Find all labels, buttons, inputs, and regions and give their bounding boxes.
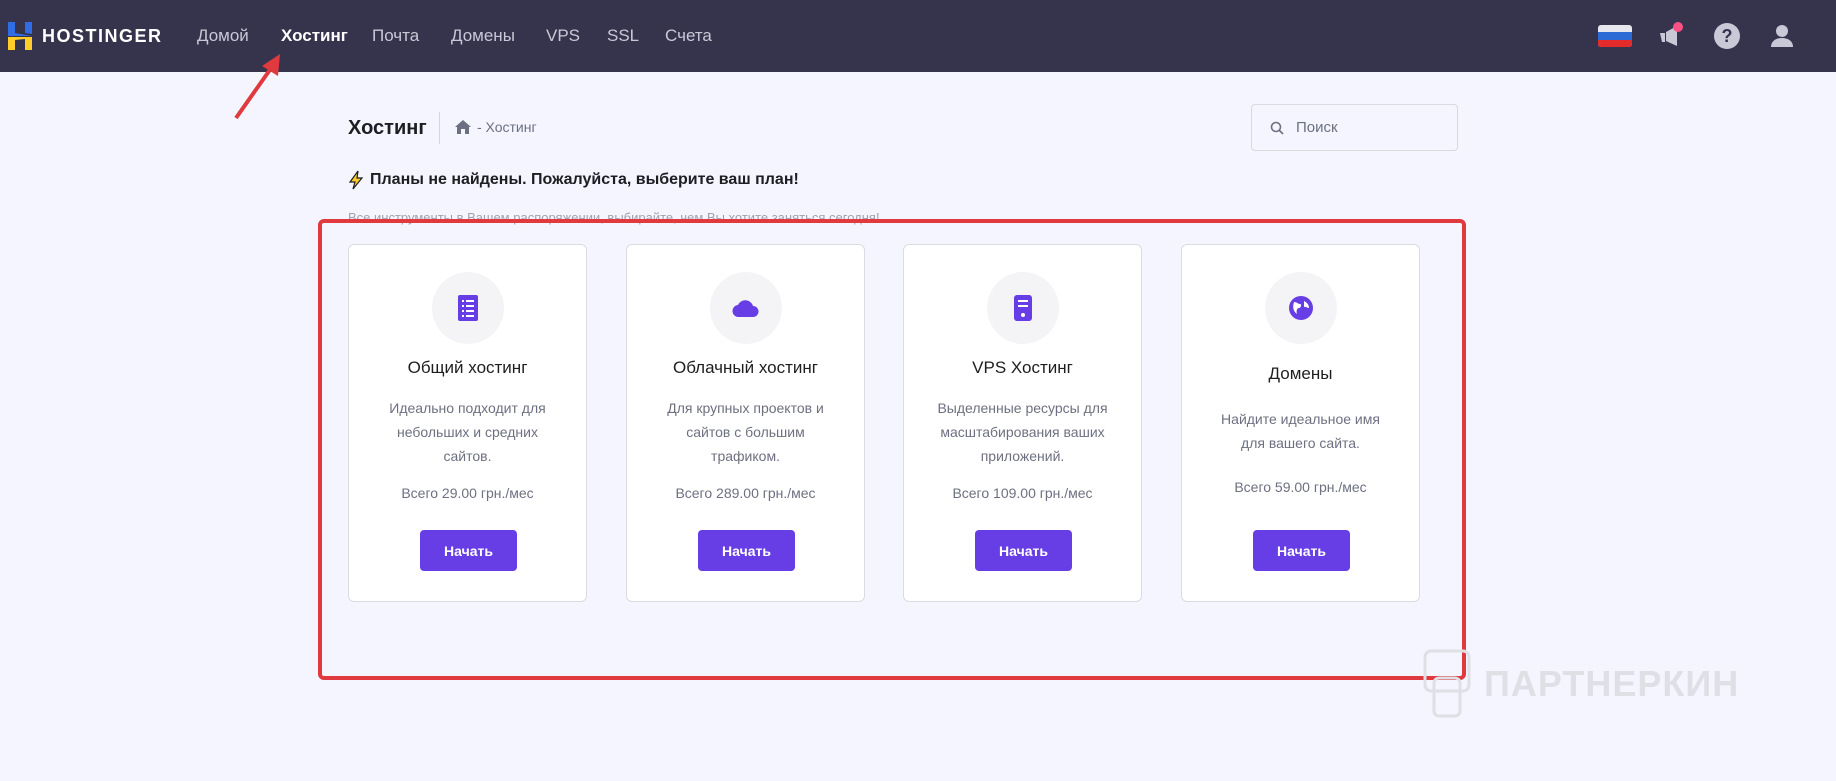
lightning-icon [348,170,364,190]
nav-hosting[interactable]: Хостинг [281,26,348,46]
hostinger-logo[interactable]: HOSTINGER [8,22,163,50]
breadcrumb-current: - Хостинг [477,119,537,135]
watermark-text: ПАРТНЕРКИН [1484,663,1740,704]
hostinger-logo-icon [8,22,32,50]
annotation-arrow [234,54,280,120]
help-icon[interactable]: ? [1712,22,1742,50]
search-box[interactable] [1251,104,1458,151]
announcements-icon[interactable] [1656,22,1686,50]
nav-billing[interactable]: Счета [665,26,712,46]
language-flag-icon[interactable] [1598,22,1632,50]
breadcrumb: - Хостинг [455,119,537,135]
nav-home[interactable]: Домой [197,26,249,46]
watermark-logo-icon [1423,649,1471,718]
nav-mail[interactable]: Почта [372,26,419,46]
nav-ssl[interactable]: SSL [607,26,639,46]
nav-domains[interactable]: Домены [451,26,515,46]
search-input[interactable] [1296,119,1436,136]
user-account-icon[interactable] [1767,22,1797,50]
home-icon[interactable] [455,120,471,134]
nav-vps[interactable]: VPS [546,26,580,46]
title-divider [439,112,440,144]
page-title: Хостинг [348,117,427,139]
svg-text:?: ? [1722,26,1733,46]
brand-name: HOSTINGER [42,25,163,46]
no-plans-alert: Планы не найдены. Пожалуйста, выберите в… [348,170,799,190]
alert-text: Планы не найдены. Пожалуйста, выберите в… [370,171,799,188]
watermark: ПАРТНЕРКИН [1422,648,1739,720]
annotation-highlight-box [318,219,1466,680]
search-icon [1270,121,1284,135]
